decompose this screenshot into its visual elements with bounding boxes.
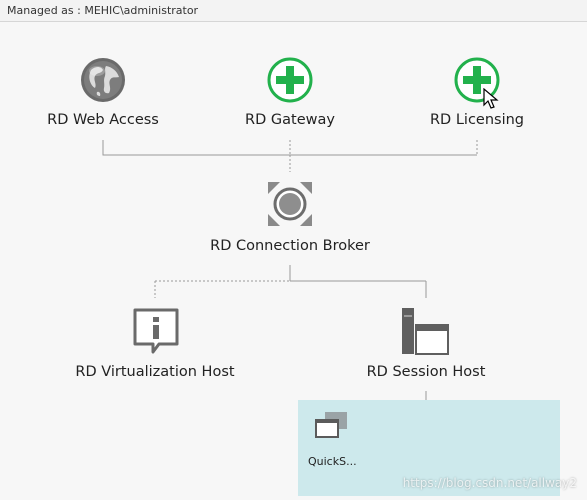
node-label: RD Gateway	[245, 112, 335, 128]
watermark-text: https://blog.csdn.net/allway2	[402, 476, 577, 490]
node-label: RD Connection Broker	[210, 238, 370, 254]
info-icon	[133, 308, 179, 354]
managed-as-text: Managed as : MEHIC\administrator	[7, 4, 199, 17]
node-rd-session-host[interactable]: RD Session Host	[351, 304, 501, 386]
node-rd-connection-broker[interactable]: RD Connection Broker	[210, 178, 370, 260]
node-label: RD Web Access	[47, 112, 159, 128]
node-label: RD Session Host	[366, 364, 486, 380]
session-collection-icon	[315, 412, 347, 438]
node-rd-licensing[interactable]: RD Licensing	[427, 54, 527, 134]
node-rd-virtualization-host[interactable]: RD Virtualization Host	[75, 304, 235, 386]
deployment-overview-canvas: RD Web Access RD Gateway RD Licensing RD…	[0, 22, 587, 500]
session-host-icon	[402, 308, 449, 355]
managed-as-bar: Managed as : MEHIC\administrator	[0, 0, 587, 22]
connection-broker-icon	[268, 182, 312, 226]
node-rd-web-access[interactable]: RD Web Access	[47, 54, 159, 134]
node-rd-gateway[interactable]: RD Gateway	[240, 54, 340, 134]
add-server-icon	[267, 57, 313, 103]
globe-icon	[81, 58, 125, 102]
node-label: RD Virtualization Host	[75, 364, 235, 380]
node-label: RD Licensing	[429, 112, 525, 128]
collection-tile[interactable]: QuickS...	[308, 408, 358, 468]
collection-tile-label: QuickS...	[308, 455, 357, 468]
mouse-cursor-icon	[483, 88, 499, 109]
